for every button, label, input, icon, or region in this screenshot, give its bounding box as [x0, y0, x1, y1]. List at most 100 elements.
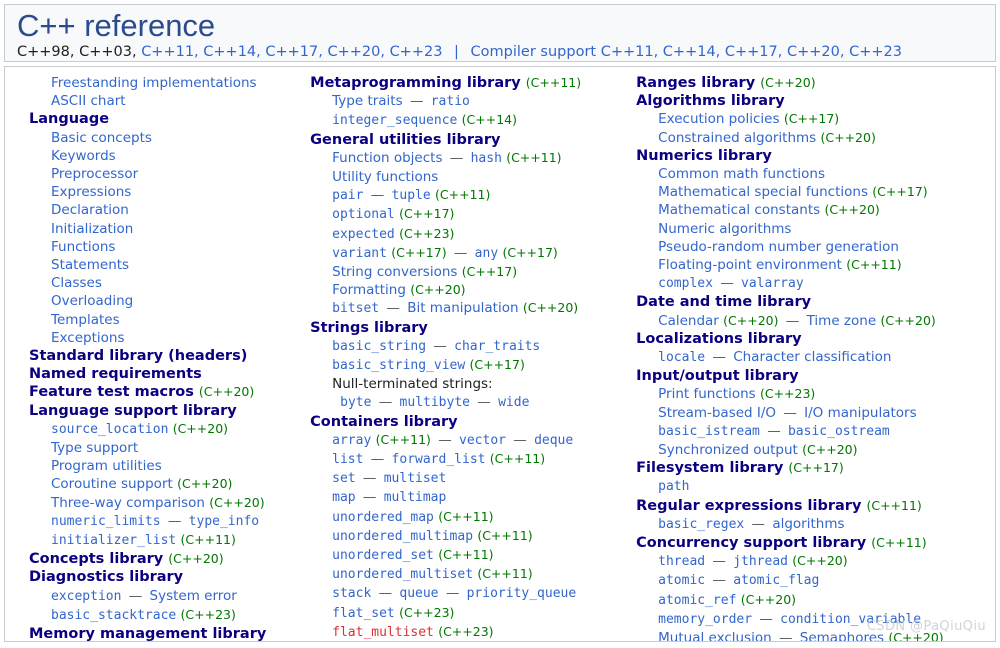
section-heading-label[interactable]: Language support library: [29, 403, 237, 419]
index-link[interactable]: Semaphores: [800, 630, 884, 641]
index-link[interactable]: unordered_set: [332, 548, 434, 563]
section-heading-label[interactable]: Input/output library: [636, 368, 798, 384]
index-link[interactable]: array: [332, 433, 371, 448]
index-link[interactable]: Execution policies: [658, 111, 779, 127]
section-heading-label[interactable]: Diagnostics library: [29, 569, 183, 585]
section-heading[interactable]: Input/output library: [636, 367, 995, 385]
index-link[interactable]: vector: [459, 433, 506, 448]
index-link[interactable]: byte: [340, 395, 371, 410]
section-heading[interactable]: Ranges library (C++20): [636, 74, 995, 92]
index-link[interactable]: Character classification: [733, 349, 891, 365]
index-link[interactable]: flat_set: [332, 606, 395, 621]
index-link[interactable]: Coroutine support: [51, 476, 173, 492]
index-link[interactable]: initializer_list: [51, 533, 176, 548]
index-link[interactable]: memory_order: [658, 612, 752, 627]
section-heading[interactable]: Metaprogramming library (C++11): [310, 74, 626, 92]
index-link[interactable]: Classes: [51, 275, 102, 291]
section-heading-label[interactable]: Regular expressions library: [636, 498, 861, 514]
index-link[interactable]: multimap: [384, 490, 447, 505]
section-heading-label[interactable]: Language: [29, 111, 109, 127]
standard-link-Cpp20[interactable]: C++20,: [327, 44, 384, 60]
index-link[interactable]: forward_list: [392, 452, 486, 467]
index-link[interactable]: numeric_limits: [51, 514, 161, 529]
index-link[interactable]: Time zone: [807, 313, 877, 329]
index-link[interactable]: variant: [332, 246, 387, 261]
compiler-support-link[interactable]: Compiler support C++11, C++14, C++17, C+…: [471, 44, 902, 60]
section-heading-label[interactable]: Standard library (headers): [29, 348, 247, 364]
index-link[interactable]: basic_regex: [658, 517, 744, 532]
section-heading-label[interactable]: Numerics library: [636, 148, 772, 164]
index-link[interactable]: Numeric algorithms: [658, 221, 791, 237]
index-link[interactable]: thread: [658, 554, 705, 569]
index-link[interactable]: queue: [399, 586, 438, 601]
index-link[interactable]: unordered_map: [332, 510, 434, 525]
section-heading[interactable]: Language support library: [29, 402, 300, 420]
index-link[interactable]: valarray: [741, 276, 804, 291]
index-link[interactable]: Preprocessor: [51, 166, 138, 182]
index-link[interactable]: Synchronized output: [658, 442, 798, 458]
index-link[interactable]: type_info: [189, 514, 259, 529]
index-link[interactable]: set: [332, 471, 355, 486]
index-link[interactable]: algorithms: [772, 516, 844, 532]
standard-link-Cpp17[interactable]: C++17,: [265, 44, 322, 60]
index-link[interactable]: list: [332, 452, 363, 467]
index-link[interactable]: ASCII chart: [51, 93, 126, 109]
index-link[interactable]: String conversions: [332, 264, 457, 280]
section-heading[interactable]: Diagnostics library: [29, 568, 300, 586]
index-link[interactable]: Constrained algorithms: [658, 130, 816, 146]
section-heading[interactable]: Regular expressions library (C++11): [636, 497, 995, 515]
index-link[interactable]: unordered_multiset: [332, 567, 473, 582]
section-heading[interactable]: Numerics library: [636, 147, 995, 165]
index-link[interactable]: atomic: [658, 573, 705, 588]
index-link[interactable]: Function objects: [332, 150, 442, 166]
section-heading[interactable]: Date and time library: [636, 293, 995, 311]
section-heading-label[interactable]: Concepts library: [29, 551, 163, 567]
section-heading-label[interactable]: Date and time library: [636, 294, 811, 310]
index-link[interactable]: pair: [332, 188, 363, 203]
index-link[interactable]: deque: [534, 433, 573, 448]
index-link[interactable]: complex: [658, 276, 713, 291]
index-link[interactable]: basic_string: [332, 339, 426, 354]
index-link[interactable]: Freestanding implementations: [51, 75, 257, 91]
index-link[interactable]: Program utilities: [51, 458, 162, 474]
section-heading[interactable]: Algorithms library: [636, 92, 995, 110]
index-link[interactable]: Mathematical special functions: [658, 184, 868, 200]
index-link[interactable]: Declaration: [51, 202, 129, 218]
index-link[interactable]: atomic_ref: [658, 593, 736, 608]
index-link[interactable]: Functions: [51, 239, 115, 255]
standard-link-Cpp14[interactable]: C++14,: [203, 44, 260, 60]
index-link[interactable]: condition_variable: [780, 612, 921, 627]
index-link[interactable]: flat_multiset: [332, 625, 434, 640]
section-heading[interactable]: Localizations library: [636, 330, 995, 348]
index-link[interactable]: locale: [658, 350, 705, 365]
section-heading[interactable]: Strings library: [310, 319, 626, 337]
index-link[interactable]: source_location: [51, 422, 168, 437]
index-link[interactable]: hash: [471, 151, 502, 166]
section-heading-label[interactable]: Strings library: [310, 320, 428, 336]
index-link[interactable]: basic_istream: [658, 424, 760, 439]
section-heading[interactable]: Concepts library (C++20): [29, 550, 300, 568]
section-heading-label[interactable]: Ranges library: [636, 75, 755, 91]
index-link[interactable]: stack: [332, 586, 371, 601]
index-link[interactable]: Overloading: [51, 293, 133, 309]
index-link[interactable]: expected: [332, 227, 395, 242]
section-heading[interactable]: Named requirements: [29, 365, 300, 383]
index-link[interactable]: Statements: [51, 257, 129, 273]
section-heading[interactable]: Language: [29, 110, 300, 128]
index-link[interactable]: I/O manipulators: [804, 405, 916, 421]
index-link[interactable]: jthread: [733, 554, 788, 569]
section-heading[interactable]: Memory management library: [29, 625, 300, 641]
index-link[interactable]: Stream-based I/O: [658, 405, 776, 421]
section-heading[interactable]: Feature test macros (C++20): [29, 383, 300, 401]
index-link[interactable]: Pseudo-random number generation: [658, 239, 899, 255]
section-heading[interactable]: Concurrency support library (C++11): [636, 534, 995, 552]
section-heading-label[interactable]: Feature test macros: [29, 384, 194, 400]
index-link[interactable]: tuple: [392, 188, 431, 203]
index-link[interactable]: Templates: [51, 312, 120, 328]
index-link[interactable]: Expressions: [51, 184, 131, 200]
index-link[interactable]: map: [332, 490, 355, 505]
index-link[interactable]: Keywords: [51, 148, 116, 164]
index-link[interactable]: Type support: [51, 440, 138, 456]
section-heading-label[interactable]: Containers library: [310, 414, 457, 430]
index-link[interactable]: ratio: [431, 94, 470, 109]
